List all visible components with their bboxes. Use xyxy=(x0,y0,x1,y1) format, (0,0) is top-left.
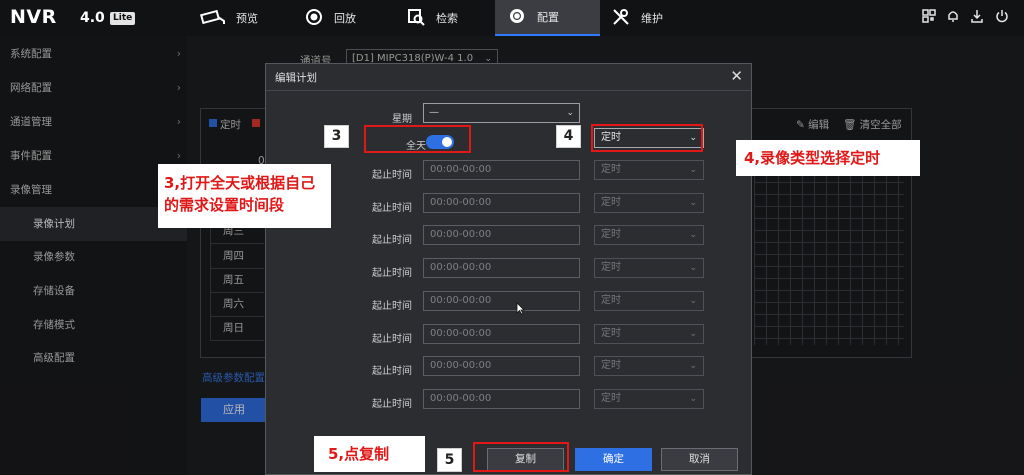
record-type-select[interactable]: 定时 ⌄ xyxy=(594,258,704,278)
step-5-highlight xyxy=(473,442,569,472)
step-3-instruction: 3,打开全天或根据自己的需求设置时间段 xyxy=(158,164,331,228)
chevron-down-icon: ⌄ xyxy=(689,198,697,208)
chevron-down-icon: ⌄ xyxy=(689,230,697,240)
record-type-select[interactable]: 定时 ⌄ xyxy=(594,160,704,180)
step-3-badge: 3 xyxy=(324,125,349,148)
nav-preview[interactable]: 预览 xyxy=(196,0,292,36)
chevron-down-icon: ⌄ xyxy=(689,296,697,306)
nav-search[interactable]: 检索 xyxy=(402,0,498,36)
time-range-input[interactable]: 00:00-00:00 xyxy=(423,324,580,344)
record-type-select[interactable]: 定时 ⌄ xyxy=(594,356,704,376)
brand-version: 4.0 xyxy=(80,10,105,26)
tools-icon xyxy=(611,7,631,30)
time-range-label: 起止时间 xyxy=(372,235,412,246)
record-type-select[interactable]: 定时 ⌄ xyxy=(594,193,704,213)
download-icon[interactable] xyxy=(970,9,986,25)
time-range-input[interactable]: 00:00-00:00 xyxy=(423,389,580,409)
week-select[interactable]: — ⌄ xyxy=(423,103,580,123)
time-range-input[interactable]: 00:00-00:00 xyxy=(423,225,580,245)
bell-icon[interactable] xyxy=(946,9,962,25)
chevron-down-icon: ⌄ xyxy=(566,108,574,118)
record-type-select[interactable]: 定时 ⌄ xyxy=(594,389,704,409)
ok-button[interactable]: 确定 xyxy=(575,448,652,471)
nav-config[interactable]: 配置 xyxy=(495,0,600,36)
mouse-cursor-icon xyxy=(516,302,525,318)
chevron-down-icon: ⌄ xyxy=(689,165,697,175)
time-range-input[interactable]: 00:00-00:00 xyxy=(423,356,580,376)
time-range-input[interactable]: 00:00-00:00 xyxy=(423,193,580,213)
time-range-label: 起止时间 xyxy=(372,301,412,312)
step-4-instruction: 4,录像类型选择定时 xyxy=(736,140,920,176)
camera-icon xyxy=(200,8,226,29)
step-4-highlight xyxy=(591,124,703,152)
chevron-down-icon: ⌄ xyxy=(689,361,697,371)
search-icon xyxy=(406,7,426,30)
dialog-title: 编辑计划 xyxy=(275,72,317,84)
brand-name: NVR xyxy=(10,6,57,28)
time-range-label: 起止时间 xyxy=(372,203,412,214)
divider xyxy=(266,90,751,91)
qr-code-icon[interactable] xyxy=(922,9,938,25)
brand-edition-badge: Lite xyxy=(110,12,136,25)
record-type-select[interactable]: 定时 ⌄ xyxy=(594,225,704,245)
time-range-input[interactable]: 00:00-00:00 xyxy=(423,258,580,278)
record-type-select[interactable]: 定时 ⌄ xyxy=(594,324,704,344)
time-range-label: 起止时间 xyxy=(372,399,412,410)
step-5-badge: 5 xyxy=(437,448,462,472)
chevron-down-icon: ⌄ xyxy=(689,329,697,339)
step-3-highlight xyxy=(364,125,471,153)
time-range-input[interactable]: 00:00-00:00 xyxy=(423,160,580,180)
week-label: 星期 xyxy=(392,114,412,125)
record-type-select[interactable]: 定时 ⌄ xyxy=(594,291,704,311)
playback-icon xyxy=(304,7,324,30)
time-range-input[interactable]: 00:00-00:00 xyxy=(423,291,580,311)
cancel-button[interactable]: 取消 xyxy=(661,448,738,471)
gear-icon xyxy=(507,6,527,29)
time-range-label: 起止时间 xyxy=(372,366,412,377)
step-4-badge: 4 xyxy=(556,125,581,148)
nav-maintenance[interactable]: 维护 xyxy=(607,0,703,36)
chevron-down-icon: ⌄ xyxy=(689,263,697,273)
step-5-instruction: 5,点复制 xyxy=(314,436,425,472)
close-icon[interactable]: ✕ xyxy=(730,67,743,85)
power-icon[interactable] xyxy=(995,9,1011,25)
chevron-down-icon: ⌄ xyxy=(689,394,697,404)
time-range-label: 起止时间 xyxy=(372,170,412,181)
nav-playback[interactable]: 回放 xyxy=(300,0,396,36)
time-range-label: 起止时间 xyxy=(372,334,412,345)
time-range-label: 起止时间 xyxy=(372,268,412,279)
